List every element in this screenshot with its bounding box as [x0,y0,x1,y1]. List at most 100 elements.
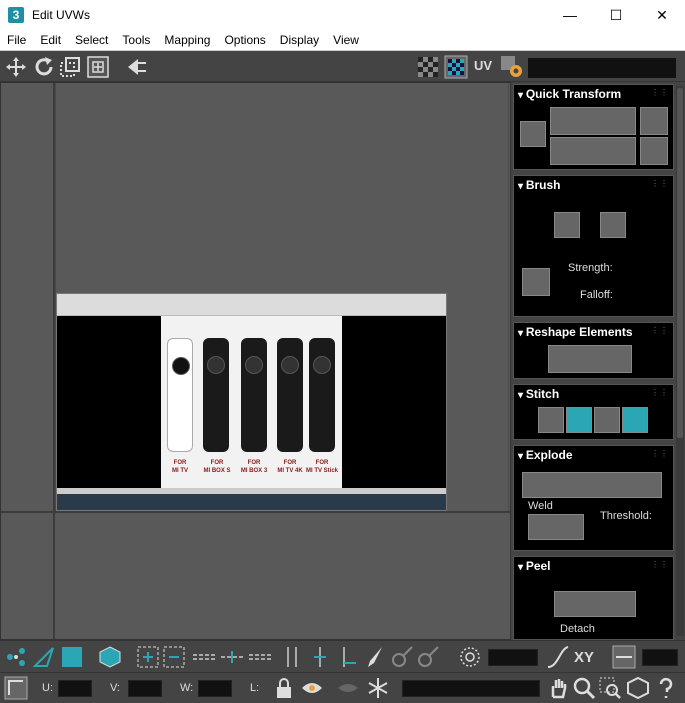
space-horizontal-icon[interactable] [640,107,668,135]
freeform-icon[interactable] [86,55,110,79]
edge-distance-icon[interactable] [612,645,636,669]
paint-shrink-icon[interactable] [416,645,440,669]
rollout-title[interactable]: Quick Transform [518,87,621,101]
zoom-icon[interactable] [572,676,596,700]
remote-mi-tv-4k [277,338,303,452]
zoom-region-icon[interactable] [598,676,622,700]
stitch-average-icon[interactable] [594,407,620,433]
menu-edit[interactable]: Edit [33,30,68,51]
v-value[interactable] [128,680,162,697]
grow-selection-icon[interactable] [136,645,160,669]
rollout-title[interactable]: Reshape Elements [518,325,633,339]
weld-buttons-icon[interactable] [528,514,584,540]
grip-icon[interactable]: ⋮⋮ [651,88,669,97]
paint-select-icon[interactable] [362,645,386,669]
selection-filter-dropdown[interactable] [402,680,540,697]
show-hidden-icon[interactable] [300,676,324,700]
edge-select-icon[interactable] [32,645,56,669]
texture-taskbar [57,494,446,510]
menu-file[interactable]: File [0,30,33,51]
panel-scrollbar[interactable] [676,86,684,636]
scale-icon[interactable] [58,55,82,79]
rollout-panel: Quick Transform ⋮⋮ Brush ⋮⋮ Strength: Fa… [511,82,685,640]
soft-selection-icon[interactable] [458,645,482,669]
peel-tools-icon[interactable] [554,591,636,617]
zoom-extents-icon[interactable] [626,676,650,700]
grip-icon[interactable]: ⋮⋮ [651,326,669,335]
remote-mi-tv [167,338,193,452]
stitch-custom-icon[interactable] [538,407,564,433]
stitch-source-icon[interactable] [622,407,648,433]
rollout-title[interactable]: Explode [518,448,573,462]
element-select-icon[interactable] [98,645,122,669]
vertex-select-icon[interactable] [4,645,28,669]
loop-grow-icon[interactable] [220,645,244,669]
texture-black-right [342,316,446,494]
grip-icon[interactable]: ⋮⋮ [651,179,669,188]
rollout-peel: Peel ⋮⋮ Detach [513,556,674,640]
menu-options[interactable]: Options [217,30,272,51]
menu-display[interactable]: Display [273,30,326,51]
checker-icon[interactable] [416,55,440,79]
menu-bar: File Edit Select Tools Mapping Options D… [0,30,685,51]
align-horizontal-icon[interactable] [550,107,636,135]
face-select-icon[interactable] [60,645,84,669]
loop-select-icon[interactable] [192,645,216,669]
w-value[interactable] [198,680,232,697]
ring-select-icon[interactable] [280,645,304,669]
minimize-button[interactable]: — [547,0,593,30]
align-vertical-icon[interactable] [550,137,636,165]
edge-distance-value[interactable] [642,649,678,666]
rollout-title[interactable]: Peel [518,559,551,573]
grip-icon[interactable]: ⋮⋮ [651,449,669,458]
paint-grow-icon[interactable] [390,645,414,669]
ring-grow-icon[interactable] [308,645,332,669]
u-value[interactable] [58,680,92,697]
pivot-icon[interactable] [520,121,546,147]
pan-hand-icon[interactable] [546,676,570,700]
grid-line-horizontal [1,511,510,513]
shrink-selection-icon[interactable] [162,645,186,669]
transform-mode-icon[interactable] [4,676,28,700]
space-vertical-icon[interactable] [640,137,668,165]
texture-dropdown[interactable] [528,58,676,78]
w-label: W: [180,682,194,694]
paint-move-icon[interactable] [554,212,580,238]
rollout-title[interactable]: Brush [518,178,561,192]
relax-brush-icon[interactable] [600,212,626,238]
menu-view[interactable]: View [326,30,366,51]
maximize-button[interactable]: ☐ [593,0,639,30]
menu-tools[interactable]: Tools [115,30,157,51]
window-title: Edit UVWs [32,8,91,22]
explode-tools-icon[interactable] [522,472,662,498]
rollout-title[interactable]: Stitch [518,387,559,401]
move-icon[interactable] [4,55,28,79]
grip-icon[interactable]: ⋮⋮ [651,388,669,397]
ring-shrink-icon[interactable] [336,645,360,669]
close-button[interactable]: ✕ [639,0,685,30]
soft-selection-value[interactable] [488,649,538,666]
falloff-curve-icon[interactable] [546,645,570,669]
stitch-target-icon[interactable] [566,407,592,433]
help-icon[interactable] [654,676,678,700]
menu-mapping[interactable]: Mapping [157,30,217,51]
texture-browser-bar [57,294,446,316]
freeze-snowflake-icon[interactable] [366,676,390,700]
straighten-icon[interactable] [548,345,632,373]
settings-gear-icon[interactable] [500,55,524,79]
uv-viewport[interactable]: FOR MI TV FOR MI BOX S FOR MI BOX 3 FOR MI T… [0,82,511,640]
main-toolbar: UV [0,52,685,82]
texture-display-icon[interactable] [444,55,468,79]
brush-falloff-icon[interactable] [522,268,550,296]
loop-shrink-icon[interactable] [248,645,272,669]
menu-select[interactable]: Select [68,30,115,51]
grip-icon[interactable]: ⋮⋮ [651,560,669,569]
xy-label[interactable]: XY [574,649,594,666]
mirror-icon[interactable] [124,55,148,79]
rotate-icon[interactable] [32,55,56,79]
uv-label[interactable]: UV [474,58,492,73]
scrollbar-thumb[interactable] [677,88,683,438]
lock-icon[interactable] [272,676,296,700]
hide-icon[interactable] [336,676,360,700]
rollout-brush: Brush ⋮⋮ Strength: Falloff: [513,175,674,317]
